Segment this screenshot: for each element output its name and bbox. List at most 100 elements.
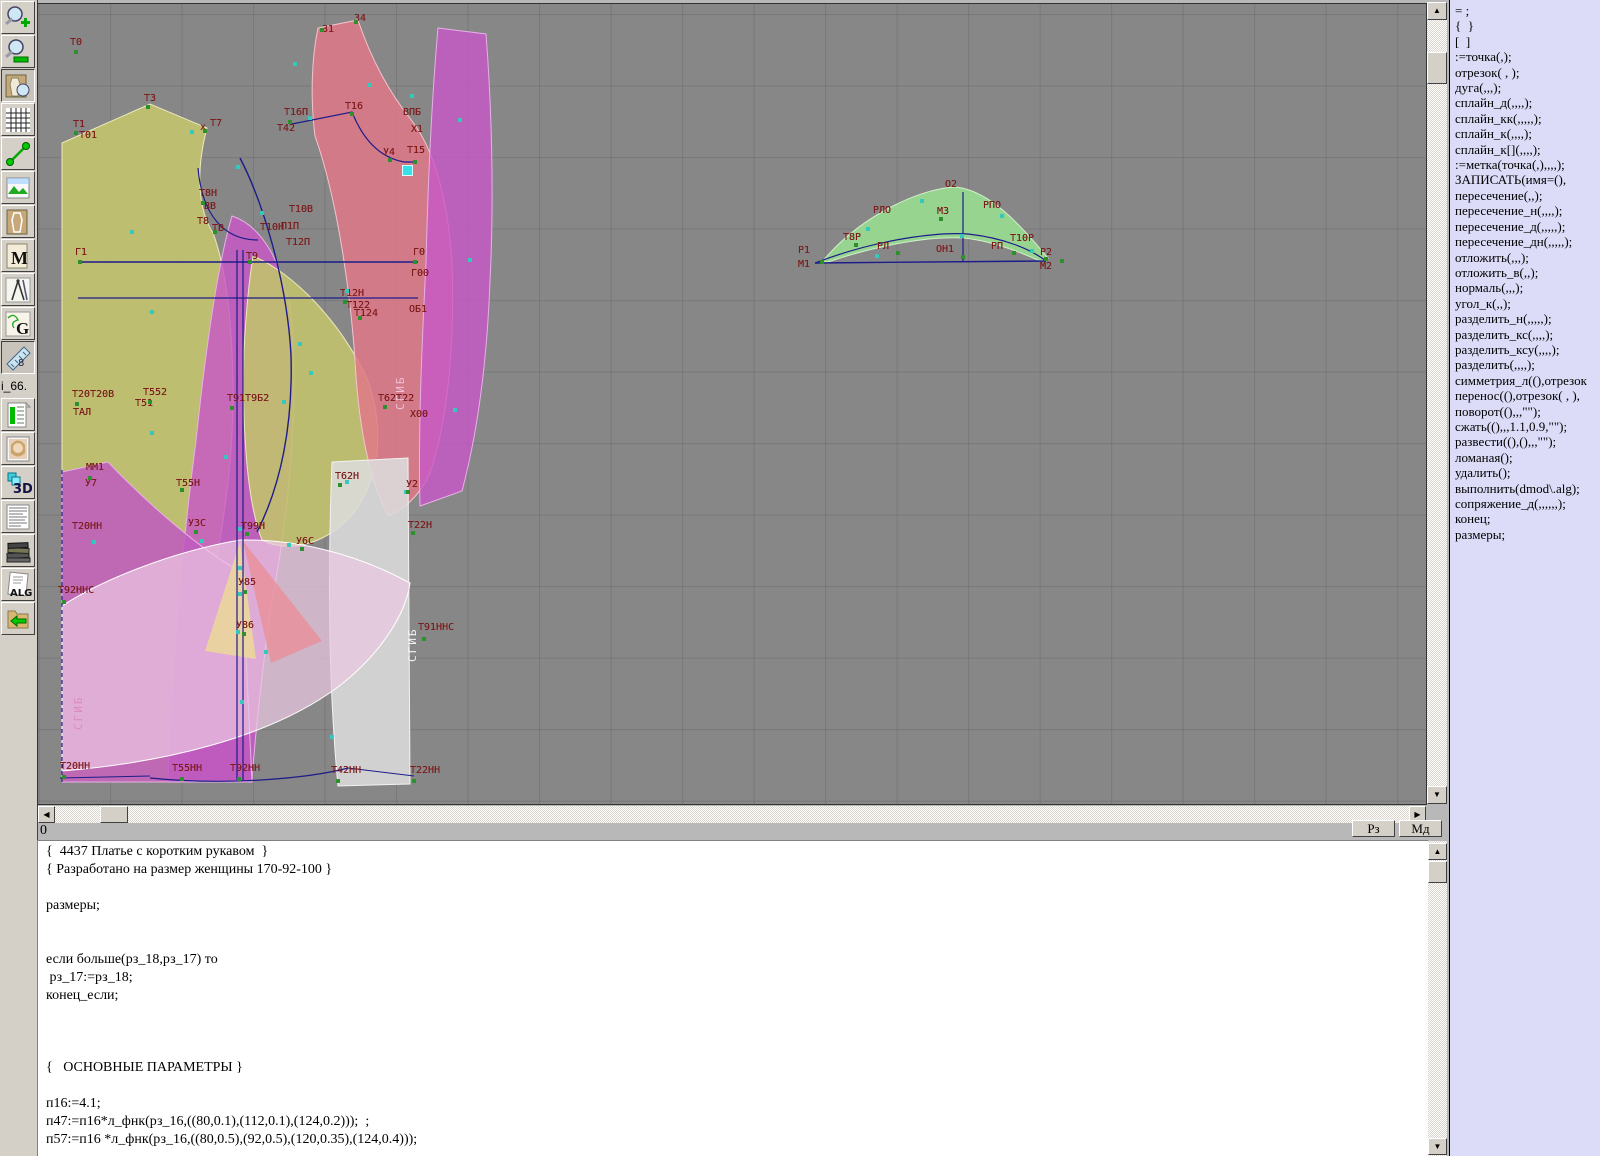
command-item[interactable]: нормаль(,,,); [1450, 280, 1600, 295]
code-line: { ОСНОВНЫЕ ПАРАМЕТРЫ } [46, 1060, 1406, 1078]
hscroll-left-icon[interactable]: ◀ [38, 806, 55, 823]
command-item[interactable]: развести((),(),,,""); [1450, 434, 1600, 449]
command-item[interactable]: сплайн_д(,,,,); [1450, 95, 1600, 110]
anchor-point-marker [146, 105, 150, 109]
control-point-marker [368, 83, 372, 87]
algorithm-doc-icon[interactable]: ALG [1, 568, 35, 601]
vscroll-thumb[interactable] [1427, 52, 1447, 84]
command-item[interactable]: сплайн_к[](,,,,); [1450, 142, 1600, 157]
command-item[interactable]: выполнить(dmod\.alg); [1450, 481, 1600, 496]
point-label: Г00 [411, 268, 429, 279]
code-line: { Разработано на размер женщины 170-92-1… [46, 862, 1406, 880]
command-item[interactable]: пересечение_н(,,,,); [1450, 203, 1600, 218]
anchor-point-marker [961, 255, 965, 259]
hscroll-track[interactable] [38, 806, 1426, 823]
command-item[interactable]: пересечение(,,); [1450, 188, 1600, 203]
vscroll-track[interactable] [1427, 2, 1447, 804]
drawing-canvas[interactable]: Т0З1З4Т3Т1Т01хТ7Т16ПТ42Т16ВПБХ1У4Т15Т8НВ… [38, 4, 1426, 804]
command-item[interactable]: { } [1450, 18, 1600, 33]
selected-point-marker [402, 165, 413, 176]
command-item[interactable]: разделить_ксу(,,,,); [1450, 342, 1600, 357]
md-button[interactable]: Мд [1399, 820, 1442, 837]
command-item[interactable]: пересечение_дн(,,,,,); [1450, 234, 1600, 249]
zoom-out-icon[interactable] [1, 35, 35, 68]
anchor-point-marker [245, 532, 249, 536]
view-3d-icon[interactable]: 3D [1, 466, 35, 499]
control-point-marker [1030, 249, 1034, 253]
command-item[interactable]: пересечение_д(,,,,,); [1450, 219, 1600, 234]
exit-folder-icon[interactable] [1, 602, 35, 635]
point-label: РПО [983, 200, 1001, 211]
command-item[interactable]: :=метка(точка(,),,,,); [1450, 157, 1600, 172]
anchor-point-marker [320, 28, 324, 32]
svg-text:M: M [11, 248, 28, 268]
command-item[interactable]: перенос((),отрезок( , ), [1450, 388, 1600, 403]
command-item[interactable]: угол_к(,,); [1450, 296, 1600, 311]
code-vscroll-thumb[interactable] [1428, 861, 1447, 883]
measure-line-icon[interactable] [1, 137, 35, 170]
command-item[interactable]: разделить_н(,,,,,); [1450, 311, 1600, 326]
command-item[interactable]: сплайн_к(,,,,); [1450, 126, 1600, 141]
control-point-marker [1000, 214, 1004, 218]
reference-books-icon[interactable] [1, 534, 35, 567]
zoom-in-icon[interactable] [1, 1, 35, 34]
command-item[interactable]: поворот((),,,""); [1450, 404, 1600, 419]
point-label: Т15 [407, 145, 425, 156]
letter-g-icon[interactable]: G [1, 307, 35, 340]
command-item[interactable]: ломаная(); [1450, 450, 1600, 465]
anchor-point-marker [412, 779, 416, 783]
control-point-marker [260, 211, 264, 215]
command-item[interactable]: отложить(,,,); [1450, 250, 1600, 265]
code-vscroll-up-icon[interactable]: ▲ [1428, 843, 1447, 860]
pattern-sketch-icon[interactable] [1, 205, 35, 238]
command-item[interactable]: размеры; [1450, 527, 1600, 542]
point-label: Р1 [798, 245, 810, 256]
command-item[interactable]: симметрия_л((),отрезок [1450, 373, 1600, 388]
control-point-marker [287, 543, 291, 547]
point-label: ВПБ [403, 107, 421, 118]
control-point-marker [236, 630, 240, 634]
vscroll-down-icon[interactable]: ▼ [1427, 786, 1447, 804]
piece-magenta-strap[interactable] [419, 28, 492, 506]
command-item[interactable]: сжать((),,,1.1,0.9,""); [1450, 419, 1600, 434]
anchor-point-marker [343, 300, 347, 304]
model-photo-icon[interactable] [1, 432, 35, 465]
anchor-point-marker [820, 260, 824, 264]
control-point-marker [240, 700, 244, 704]
monogram-m-icon[interactable]: M [1, 239, 35, 272]
command-item[interactable]: отложить_в(,,); [1450, 265, 1600, 280]
command-item[interactable]: отрезок( , ); [1450, 65, 1600, 80]
control-point-marker [190, 130, 194, 134]
command-item[interactable]: разделить(,,,,); [1450, 357, 1600, 372]
code-vscroll-track[interactable] [1428, 841, 1447, 1156]
vscroll-up-icon[interactable]: ▲ [1427, 2, 1447, 20]
command-item[interactable]: сплайн_кк(,,,,,); [1450, 111, 1600, 126]
size-table-icon[interactable] [1, 398, 35, 431]
grid-icon[interactable] [1, 103, 35, 136]
algorithm-text-panel[interactable]: { 4437 Платье с коротким рукавом }{ Разр… [37, 840, 1428, 1156]
point-label: П1П [281, 221, 299, 232]
command-item[interactable]: удалить(); [1450, 465, 1600, 480]
anchor-point-marker [896, 251, 900, 255]
text-list-icon[interactable] [1, 500, 35, 533]
control-point-marker [410, 94, 414, 98]
command-item[interactable]: сопряжение_д(,,,,,,); [1450, 496, 1600, 511]
command-item[interactable]: [ ] [1450, 34, 1600, 49]
anchor-point-marker [230, 406, 234, 410]
drafting-tools-icon[interactable] [1, 273, 35, 306]
anchor-point-marker [288, 120, 292, 124]
image-icon[interactable] [1, 171, 35, 204]
command-item[interactable]: ЗАПИСАТЬ(имя=(), [1450, 172, 1600, 187]
command-item[interactable]: :=точка(,); [1450, 49, 1600, 64]
command-item[interactable]: разделить_кс(,,,,); [1450, 327, 1600, 342]
preview-pattern-icon[interactable] [1, 69, 35, 102]
command-item[interactable]: конец; [1450, 511, 1600, 526]
command-item[interactable]: = ; [1450, 3, 1600, 18]
code-vscroll-down-icon[interactable]: ▼ [1428, 1138, 1447, 1155]
command-item[interactable]: дуга(,,,); [1450, 80, 1600, 95]
ruler-8-icon[interactable]: 8 [1, 341, 35, 374]
point-label: Т16 [345, 101, 363, 112]
rz-button[interactable]: Рз [1352, 820, 1395, 837]
hscroll-thumb[interactable] [100, 806, 128, 823]
control-point-marker [92, 540, 96, 544]
